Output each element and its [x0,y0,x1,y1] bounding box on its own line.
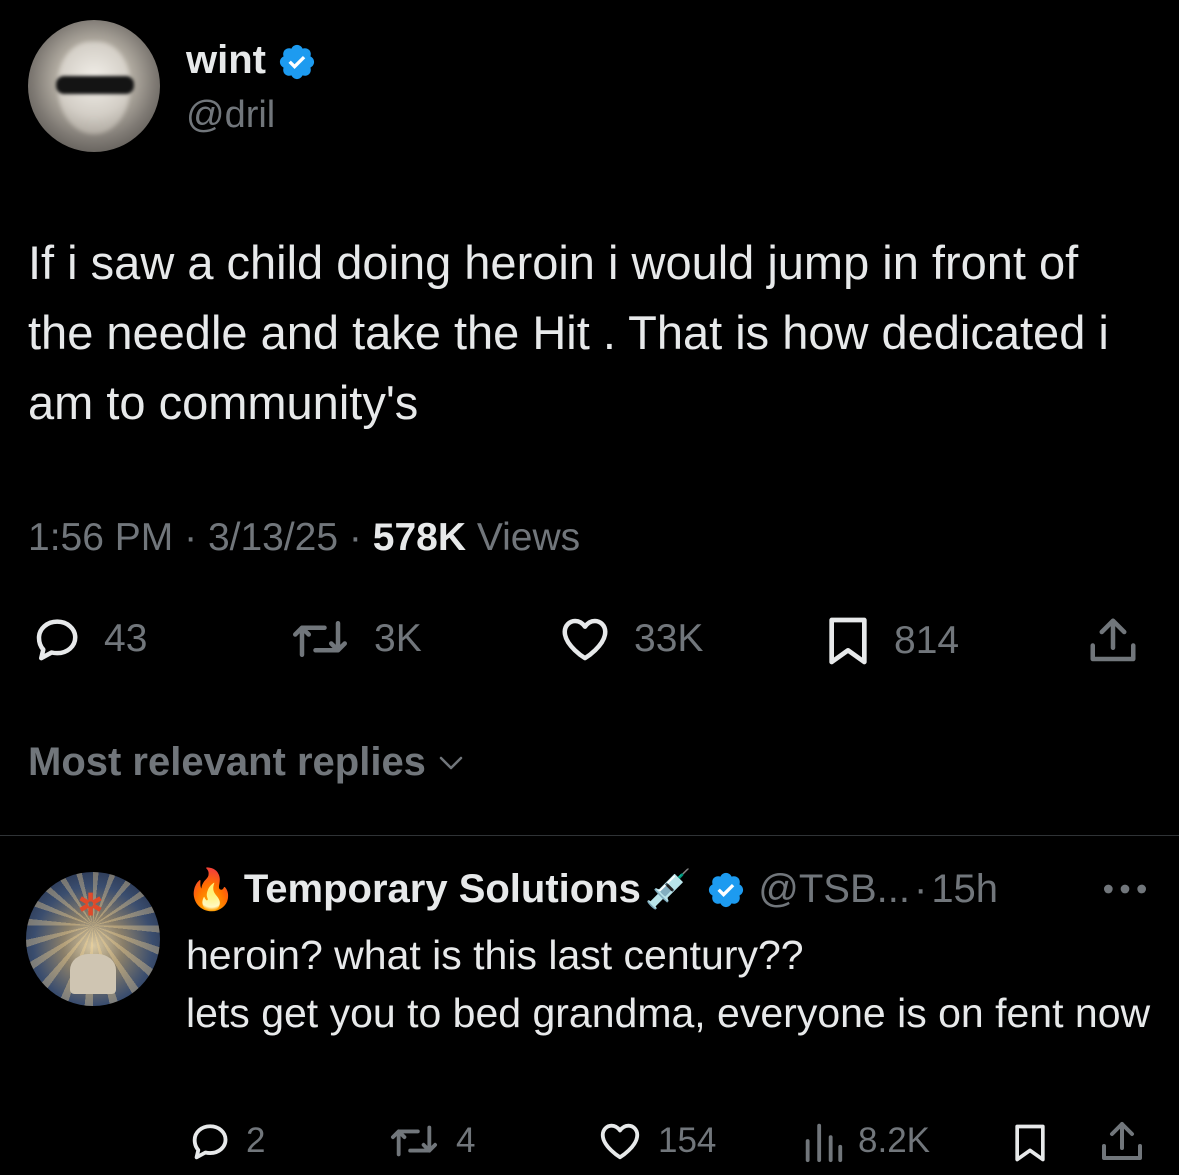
replies-sort-dropdown[interactable]: Most relevant replies [28,740,468,785]
reply-reply-button[interactable]: 2 [186,1118,265,1164]
reply-author-name[interactable]: Temporary Solutions [244,867,641,912]
author-handle[interactable]: @dril [186,94,275,137]
share-icon [1102,1122,1142,1160]
meta-separator: · [184,516,198,559]
views-icon [805,1123,843,1163]
divider [0,835,1179,836]
bookmark-icon [1015,1124,1045,1162]
fire-emoji: 🔥 [186,868,236,912]
reply-author-avatar[interactable]: ✲ [26,872,160,1006]
bookmark-button[interactable]: 814 [820,612,959,670]
tweet-meta: 1:56 PM · 3/13/25 · 578K Views [28,516,580,560]
meta-separator: · [348,516,362,559]
syringe-emoji: 💉 [644,868,693,911]
reply-time[interactable]: 15h [931,867,998,912]
reply-like-count: 154 [658,1121,717,1160]
verified-badge-icon [280,45,315,80]
bookmark-count: 814 [894,619,960,662]
share-button[interactable] [1084,614,1142,673]
reply-share-button[interactable] [1098,1118,1146,1171]
reply-retweet-button[interactable]: 4 [384,1118,475,1164]
reply-like-button[interactable]: 154 [594,1118,716,1164]
reply-icon [192,1124,228,1160]
reply-count: 43 [104,617,148,660]
reply-bookmark-button[interactable] [1008,1118,1052,1173]
author-name[interactable]: wint [186,38,266,82]
reply-text: heroin? what is this last century?? lets… [186,926,1166,1042]
verified-badge-icon [709,872,744,907]
reply-text-line: lets get you to bed grandma, everyone is… [186,990,1151,1036]
like-icon [600,1123,640,1160]
reply-header: 🔥 Temporary Solutions 💉 @TSB... · 15h [186,866,998,913]
like-icon [562,618,608,661]
reply-retweet-count: 4 [456,1121,476,1160]
retweet-icon [391,1125,438,1157]
more-button[interactable] [1100,874,1150,909]
retweet-button[interactable]: 3K [284,612,422,666]
reply-views-button[interactable]: 8.2K [800,1118,930,1164]
reply-reply-count: 2 [246,1121,266,1160]
views-count: 578K [372,516,466,559]
chevron-down-icon [439,756,463,769]
like-count: 33K [634,617,704,660]
like-button[interactable]: 33K [554,612,703,666]
views-label: Views [476,516,581,559]
retweet-count: 3K [374,617,422,660]
reply-icon [36,619,78,661]
tweet-text: If i saw a child doing heroin i would ju… [28,236,1109,429]
tweet-time[interactable]: 1:56 PM [28,516,173,559]
author-avatar[interactable] [28,20,160,152]
reply-text-line: heroin? what is this last century?? [186,932,804,978]
author-name-row[interactable]: wint [186,38,317,83]
retweet-icon [293,621,347,657]
reply-author-handle[interactable]: @TSB... [758,867,910,912]
tweet-date[interactable]: 3/13/25 [208,516,338,559]
bookmark-icon [829,617,867,665]
reply-button[interactable]: 43 [28,612,147,666]
replies-sort-label: Most relevant replies [28,740,426,784]
reply-views-count: 8.2K [858,1121,930,1160]
share-icon [1090,618,1136,662]
reply-separator: · [913,867,928,911]
more-icon [1104,884,1146,894]
